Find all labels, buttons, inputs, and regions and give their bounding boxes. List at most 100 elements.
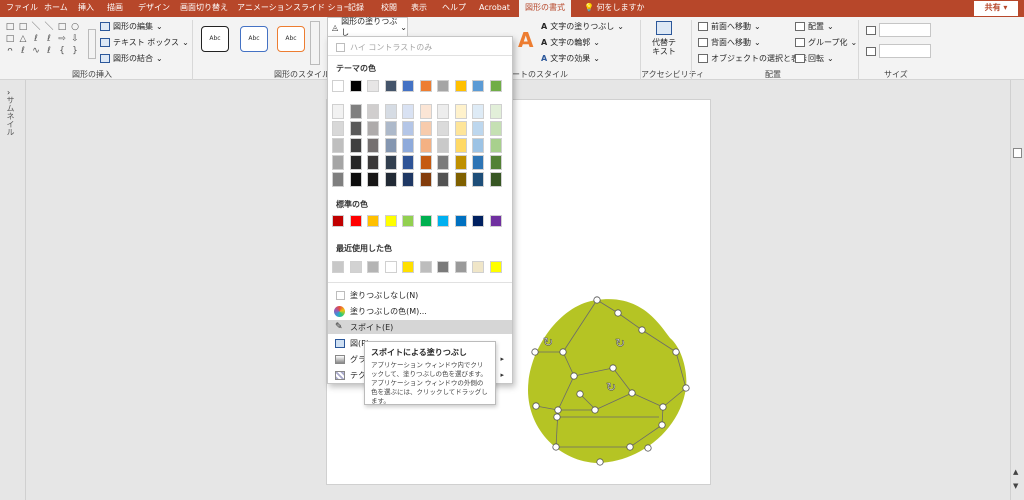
theme-color-shade-swatch[interactable] (367, 121, 379, 136)
theme-color-shade-swatch[interactable] (332, 155, 344, 170)
theme-color-shade-swatch[interactable] (454, 172, 467, 187)
theme-color-shade-swatch[interactable] (437, 155, 449, 170)
edit-point-handle (576, 390, 584, 398)
theme-color-swatch[interactable] (472, 80, 484, 92)
theme-color-swatch[interactable] (454, 80, 467, 92)
recent-color-swatch[interactable] (384, 261, 397, 273)
more-fill-colors-item[interactable]: 塗りつぶしの色(M)... (328, 304, 512, 318)
theme-color-swatch[interactable] (384, 80, 397, 92)
theme-color-shade-swatch[interactable] (384, 121, 397, 136)
standard-color-swatch[interactable] (437, 215, 449, 227)
theme-color-shade-swatch[interactable] (419, 121, 432, 136)
recent-color-swatch[interactable] (454, 261, 467, 273)
theme-color-shade-swatch[interactable] (419, 155, 432, 170)
theme-color-shade-swatch[interactable] (349, 172, 362, 187)
scroll-up-icon[interactable]: ▲ (1013, 468, 1018, 476)
no-fill-item[interactable]: 塗りつぶしなし(N) (328, 288, 512, 302)
theme-color-swatch[interactable] (367, 80, 379, 92)
theme-color-shade-swatch[interactable] (472, 121, 484, 136)
recent-color-swatch[interactable] (437, 261, 449, 273)
theme-color-shade-swatch[interactable] (367, 172, 379, 187)
recent-color-swatch[interactable] (489, 261, 502, 273)
color-wheel-icon (334, 305, 345, 317)
recent-color-swatch[interactable] (402, 261, 414, 273)
scroll-thumb[interactable] (1013, 148, 1022, 158)
menu-divider (328, 282, 512, 283)
theme-color-swatch[interactable] (349, 80, 362, 92)
theme-color-shade-swatch[interactable] (489, 155, 502, 170)
theme-color-shade-swatch[interactable] (367, 155, 379, 170)
theme-color-shade-swatch[interactable] (419, 104, 432, 119)
edit-point-handle (596, 458, 604, 466)
recent-color-swatch[interactable] (349, 261, 362, 273)
theme-color-shade-swatch[interactable] (332, 121, 344, 136)
theme-color-swatch[interactable] (489, 80, 502, 92)
theme-color-shade-swatch[interactable] (489, 172, 502, 187)
theme-color-shade-swatch[interactable] (332, 172, 344, 187)
theme-color-shade-swatch[interactable] (332, 104, 344, 119)
recent-color-swatch[interactable] (419, 261, 432, 273)
theme-color-shade-swatch[interactable] (454, 138, 467, 153)
standard-color-swatch[interactable] (454, 215, 467, 227)
theme-color-shade-swatch[interactable] (472, 155, 484, 170)
rotate-handle-icon: ↻ (615, 336, 625, 350)
theme-color-shade-swatch[interactable] (472, 172, 484, 187)
theme-color-shade-swatch[interactable] (472, 138, 484, 153)
checkbox-icon (336, 42, 345, 52)
theme-color-shade-swatch[interactable] (349, 121, 362, 136)
theme-color-shade-swatch[interactable] (349, 138, 362, 153)
scroll-down-icon[interactable]: ▼ (1013, 482, 1018, 490)
theme-color-shade-swatch[interactable] (402, 121, 414, 136)
theme-color-shade-swatch[interactable] (332, 138, 344, 153)
standard-color-swatch[interactable] (384, 215, 397, 227)
theme-color-shade-swatch[interactable] (367, 138, 379, 153)
theme-color-shade-swatch[interactable] (437, 138, 449, 153)
theme-color-swatch[interactable] (419, 80, 432, 92)
theme-color-shade-swatch[interactable] (437, 104, 449, 119)
theme-color-shade-swatch[interactable] (419, 138, 432, 153)
edit-point-handle (626, 443, 634, 451)
recent-color-swatch[interactable] (472, 261, 484, 273)
standard-color-swatch[interactable] (489, 215, 502, 227)
theme-color-shade-swatch[interactable] (402, 172, 414, 187)
theme-color-shade-swatch[interactable] (489, 138, 502, 153)
eyedropper-item[interactable]: ✎ スポイト(E) (328, 320, 512, 334)
theme-color-shade-swatch[interactable] (384, 138, 397, 153)
theme-color-shade-swatch[interactable] (454, 121, 467, 136)
theme-color-shade-swatch[interactable] (384, 172, 397, 187)
theme-color-shade-swatch[interactable] (472, 104, 484, 119)
theme-color-shade-swatch[interactable] (419, 172, 432, 187)
edit-point-handle (644, 444, 652, 452)
standard-color-swatch[interactable] (402, 215, 414, 227)
standard-color-swatch[interactable] (367, 215, 379, 227)
theme-color-shade-swatch[interactable] (489, 121, 502, 136)
theme-color-swatch[interactable] (437, 80, 449, 92)
theme-color-shade-swatch[interactable] (384, 104, 397, 119)
theme-color-shade-swatch[interactable] (489, 104, 502, 119)
recent-color-swatch[interactable] (332, 261, 344, 273)
no-fill-icon (336, 290, 345, 300)
standard-color-swatch[interactable] (472, 215, 484, 227)
theme-color-shade-swatch[interactable] (454, 104, 467, 119)
theme-color-swatch[interactable] (402, 80, 414, 92)
theme-color-shade-swatch[interactable] (367, 104, 379, 119)
theme-color-shade-swatch[interactable] (402, 138, 414, 153)
edit-point-handle (638, 326, 646, 334)
high-contrast-checkbox[interactable]: ハイ コントラストのみ (328, 40, 512, 54)
more-fill-colors-label: 塗りつぶしの色(M)... (350, 306, 427, 316)
theme-color-shade-swatch[interactable] (437, 172, 449, 187)
standard-color-swatch[interactable] (349, 215, 362, 227)
theme-color-shade-swatch[interactable] (384, 155, 397, 170)
theme-color-swatch[interactable] (332, 80, 344, 92)
vertical-scrollbar[interactable]: ▲ ▼ (1010, 80, 1024, 500)
theme-color-shade-swatch[interactable] (402, 104, 414, 119)
standard-color-swatch[interactable] (332, 215, 344, 227)
edit-point-handle (531, 348, 539, 356)
standard-color-swatch[interactable] (419, 215, 432, 227)
theme-color-shade-swatch[interactable] (402, 155, 414, 170)
theme-color-shade-swatch[interactable] (437, 121, 449, 136)
theme-color-shade-swatch[interactable] (349, 104, 362, 119)
recent-color-swatch[interactable] (367, 261, 379, 273)
theme-color-shade-swatch[interactable] (454, 155, 467, 170)
theme-color-shade-swatch[interactable] (349, 155, 362, 170)
